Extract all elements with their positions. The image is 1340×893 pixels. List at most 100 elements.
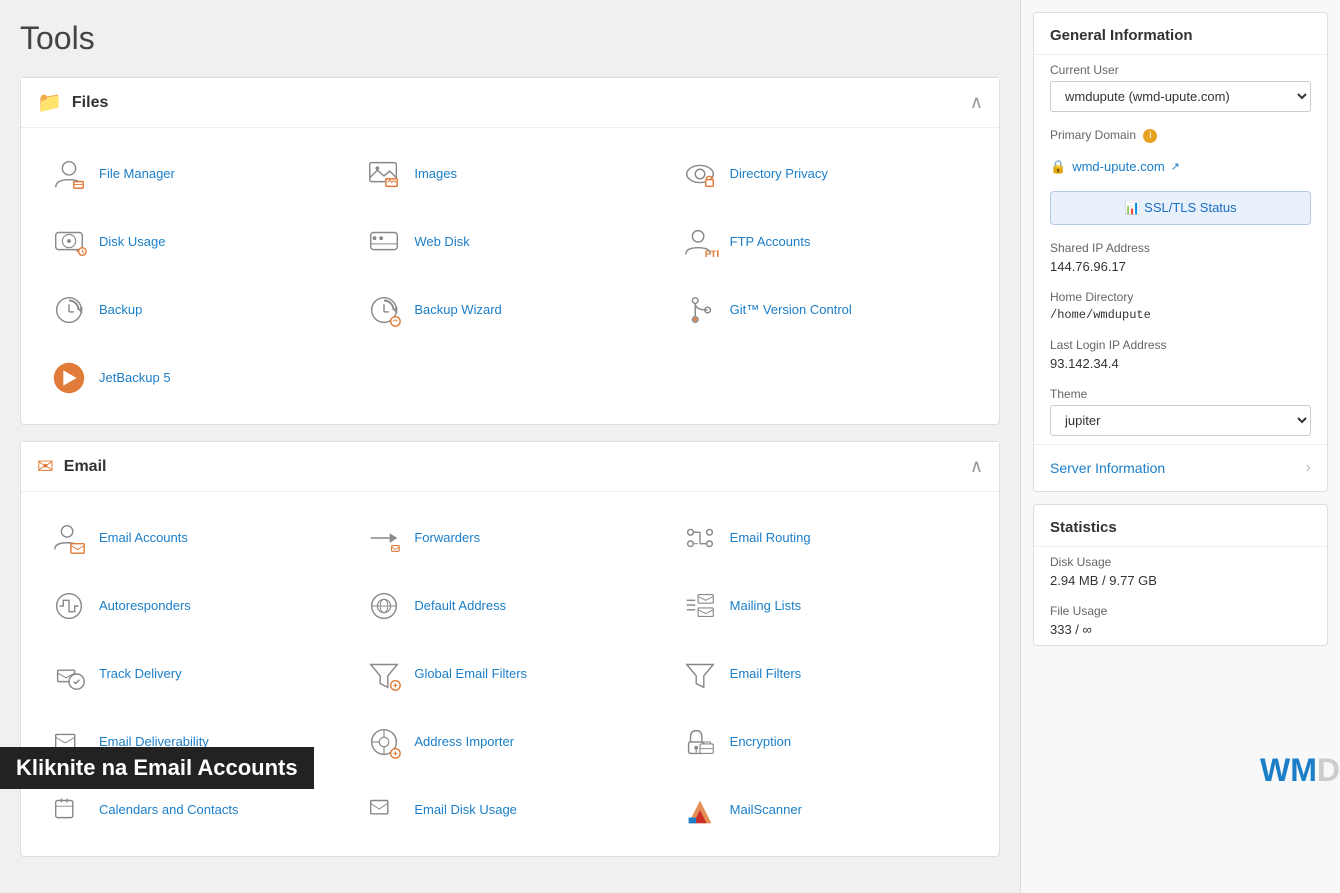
calendars-contacts-label: Calendars and Contacts [99,802,238,819]
svg-text:FTP: FTP [704,249,718,260]
default-address-icon [364,586,404,626]
tool-ftp-accounts[interactable]: FTP FTP Accounts [668,212,983,272]
email-filters-label: Email Filters [730,666,802,683]
tool-email-filters[interactable]: Email Filters [668,644,983,704]
email-accounts-icon [49,518,89,558]
directory-privacy-label: Directory Privacy [730,166,828,183]
address-importer-label: Address Importer [414,734,514,751]
mailing-lists-icon [680,586,720,626]
calendars-contacts-icon [49,790,89,830]
tool-default-address[interactable]: Default Address [352,576,667,636]
ftp-accounts-label: FTP Accounts [730,234,811,251]
primary-domain-value-row: 🔒 wmd-upute.com ↗ [1034,155,1327,183]
global-email-filters-icon [364,654,404,694]
primary-domain-label: Primary Domain i [1050,128,1311,143]
jetbackup5-label: JetBackup 5 [99,370,171,387]
web-disk-icon [364,222,404,262]
tool-calendars-contacts[interactable]: Calendars and Contacts [37,780,352,840]
mailscanner-icon [680,790,720,830]
tool-images[interactable]: Images [352,144,667,204]
last-login-row: Last Login IP Address 93.142.34.4 [1034,330,1327,379]
primary-domain-link[interactable]: wmd-upute.com [1072,159,1164,174]
encryption-icon [680,722,720,762]
git-version-control-icon [680,290,720,330]
home-dir-label: Home Directory [1050,290,1311,304]
disk-usage-label: Disk Usage [99,234,165,251]
chart-icon: 📊 [1124,200,1144,215]
email-envelope-icon: ✉ [37,454,54,479]
tool-email-accounts[interactable]: Email Accounts [37,508,352,568]
tool-forwarders[interactable]: Forwarders [352,508,667,568]
tool-web-disk[interactable]: Web Disk [352,212,667,272]
email-section-chevron: ∧ [970,456,983,477]
autoresponders-label: Autoresponders [99,598,191,615]
backup-label: Backup [99,302,142,319]
tool-address-importer[interactable]: Address Importer [352,712,667,772]
shared-ip-value: 144.76.96.17 [1050,259,1311,274]
email-section-header[interactable]: ✉ Email ∧ [21,442,999,492]
tool-encryption[interactable]: Encryption [668,712,983,772]
home-dir-value: /home/wmdupute [1050,308,1311,322]
web-disk-label: Web Disk [414,234,469,251]
tool-directory-privacy[interactable]: Directory Privacy [668,144,983,204]
mailing-lists-label: Mailing Lists [730,598,802,615]
last-login-label: Last Login IP Address [1050,338,1311,352]
track-delivery-icon [49,654,89,694]
current-user-select[interactable]: wmdupute (wmd-upute.com) [1050,81,1311,112]
tool-backup[interactable]: Backup [37,280,352,340]
lock-icon: 🔒 [1050,159,1066,175]
theme-row: Theme jupiter [1034,379,1327,444]
tool-email-routing[interactable]: Email Routing [668,508,983,568]
file-usage-stat-value: 333 / ∞ [1050,622,1311,637]
forwarders-icon [364,518,404,558]
tool-file-manager[interactable]: File Manager [37,144,352,204]
default-address-label: Default Address [414,598,506,615]
general-information-panel: General Information Current User wmduput… [1033,12,1328,492]
external-link-icon: ↗ [1171,160,1180,173]
shared-ip-row: Shared IP Address 144.76.96.17 [1034,233,1327,282]
directory-privacy-icon [680,154,720,194]
server-info-chevron: › [1306,459,1311,477]
autoresponders-icon [49,586,89,626]
tool-mailing-lists[interactable]: Mailing Lists [668,576,983,636]
tool-track-delivery[interactable]: Track Delivery [37,644,352,704]
email-section: ✉ Email ∧ Email Accoun [20,441,1000,857]
email-disk-usage-icon [364,790,404,830]
track-delivery-label: Track Delivery [99,666,182,683]
files-folder-icon: 📁 [37,90,62,115]
mailscanner-label: MailScanner [730,802,802,819]
server-info-label: Server Information [1050,460,1165,476]
email-routing-icon [680,518,720,558]
files-section-chevron: ∧ [970,92,983,113]
git-version-control-label: Git™ Version Control [730,302,852,319]
tool-jetbackup5[interactable]: JetBackup 5 [37,348,352,408]
email-accounts-label: Email Accounts [99,530,188,547]
tool-global-email-filters[interactable]: Global Email Filters [352,644,667,704]
images-icon [364,154,404,194]
file-manager-label: File Manager [99,166,175,183]
general-info-title: General Information [1034,13,1327,55]
tool-disk-usage[interactable]: Disk Usage [37,212,352,272]
primary-domain-info-icon[interactable]: i [1143,129,1157,143]
backup-icon [49,290,89,330]
server-information-row[interactable]: Server Information › [1034,444,1327,491]
bottom-banner: Kliknite na Email Accounts [0,747,314,789]
global-email-filters-label: Global Email Filters [414,666,527,683]
file-usage-stat-label: File Usage [1050,604,1311,618]
tool-mailscanner[interactable]: MailScanner [668,780,983,840]
backup-wizard-icon [364,290,404,330]
tool-git-version-control[interactable]: Git™ Version Control [668,280,983,340]
disk-usage-icon [49,222,89,262]
sidebar: General Information Current User wmduput… [1020,0,1340,893]
forwarders-label: Forwarders [414,530,480,547]
disk-usage-stat-value: 2.94 MB / 9.77 GB [1050,573,1311,588]
email-filters-icon [680,654,720,694]
tool-email-disk-usage[interactable]: Email Disk Usage [352,780,667,840]
home-dir-row: Home Directory /home/wmdupute [1034,282,1327,330]
theme-select[interactable]: jupiter [1050,405,1311,436]
tool-autoresponders[interactable]: Autoresponders [37,576,352,636]
tool-backup-wizard[interactable]: Backup Wizard [352,280,667,340]
email-section-title: Email [64,458,107,476]
ssl-tls-status-button[interactable]: 📊 SSL/TLS Status [1050,191,1311,225]
files-section-header[interactable]: 📁 Files ∧ [21,78,999,128]
